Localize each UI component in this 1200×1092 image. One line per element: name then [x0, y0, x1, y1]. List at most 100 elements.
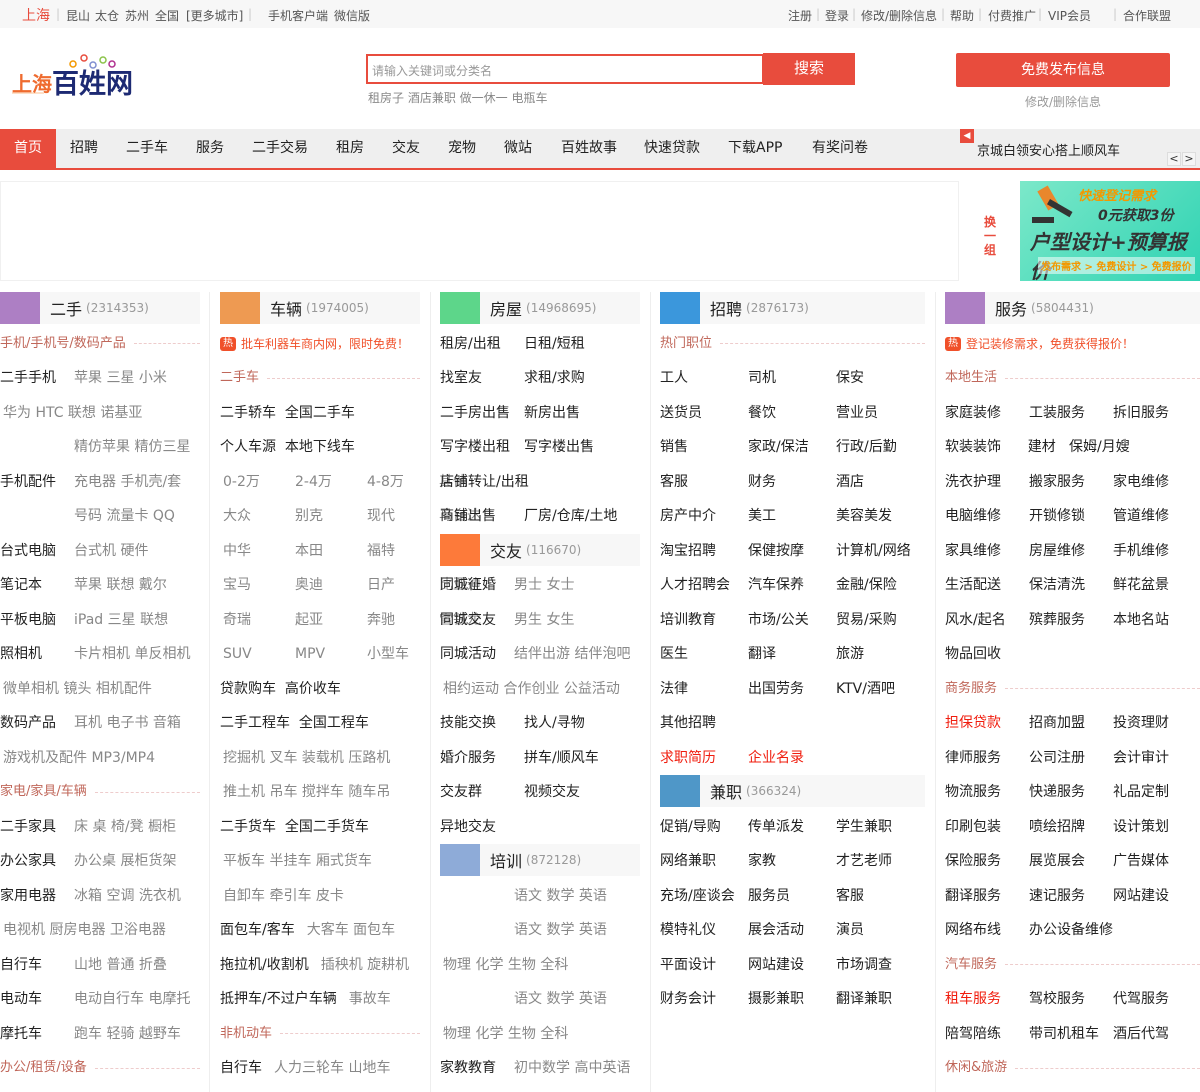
- category-link[interactable]: 拆旧服务: [1113, 396, 1169, 431]
- category-link[interactable]: 奇瑞: [223, 603, 251, 638]
- category-link[interactable]: 陪驾陪练: [945, 1017, 1001, 1052]
- category-link[interactable]: 自行车: [220, 1060, 262, 1076]
- category-link[interactable]: 找室友: [440, 361, 482, 396]
- category-link[interactable]: 快递服务: [1029, 775, 1085, 810]
- category-link[interactable]: 市场/公关: [748, 603, 809, 638]
- hot-promo[interactable]: 热登记装修需求，免费获得报价！: [945, 327, 1200, 362]
- list-row-links[interactable]: 平板车 半挂车 厢式货车: [220, 844, 420, 879]
- category-link[interactable]: 厂房/仓库/土地: [524, 499, 617, 534]
- category-link[interactable]: 财务会计: [660, 982, 716, 1017]
- category-link[interactable]: 翻译兼职: [836, 982, 892, 1017]
- category-link[interactable]: 拼车/顺风车: [524, 741, 599, 776]
- nav-item-8[interactable]: 微站: [504, 129, 532, 168]
- login-link[interactable]: 登录: [825, 7, 849, 24]
- category-link[interactable]: 洗衣护理: [945, 465, 1001, 500]
- category-link[interactable]: 培训教育: [660, 603, 716, 638]
- category-link[interactable]: 出国劳务: [748, 672, 804, 707]
- category-link[interactable]: 家庭装修: [945, 396, 1001, 431]
- category-link[interactable]: 笔记本: [0, 568, 42, 603]
- subcategory-title[interactable]: 热门职位: [660, 327, 712, 362]
- category-link[interactable]: 技能交换: [440, 706, 496, 741]
- subcategory-links[interactable]: 精仿苹果 精仿三星: [74, 430, 190, 465]
- subcategory-links[interactable]: 初中数学 高中英语: [514, 1051, 630, 1086]
- subcategory-links[interactable]: 跑车 轻骑 越野车: [74, 1017, 181, 1052]
- category-link[interactable]: 奔驰: [367, 603, 395, 638]
- category-name[interactable]: 培训: [490, 848, 522, 872]
- category-link[interactable]: 保健按摩: [748, 534, 804, 569]
- category-link[interactable]: 送货员: [660, 396, 702, 431]
- list-row-links[interactable]: 二手工程车 全国工程车: [220, 706, 420, 741]
- category-link[interactable]: 求租/求购: [524, 361, 585, 396]
- list-row-links[interactable]: 贷款购车 高价收车: [220, 672, 420, 707]
- edit-delete-link[interactable]: 修改/删除信息: [861, 7, 937, 24]
- category-link[interactable]: 本田: [295, 534, 323, 569]
- subcategory-title[interactable]: 商务服务: [945, 672, 997, 707]
- subcategory-links[interactable]: 插秧机 旋耕机: [321, 957, 409, 973]
- city-link-kunshan[interactable]: 昆山: [66, 7, 90, 24]
- category-link[interactable]: 日租/短租: [524, 327, 585, 362]
- category-link[interactable]: 家教: [748, 844, 776, 879]
- subcategory-title[interactable]: 休闲&旅游: [945, 1051, 1007, 1086]
- category-link[interactable]: 本地名站: [1113, 603, 1169, 638]
- current-city[interactable]: 上海: [22, 5, 50, 25]
- category-link[interactable]: 生活配送: [945, 568, 1001, 603]
- category-link[interactable]: 美容美发: [836, 499, 892, 534]
- category-link[interactable]: 淘宝招聘: [660, 534, 716, 569]
- city-link-taicang[interactable]: 太仓: [95, 7, 119, 24]
- category-link[interactable]: 工装服务: [1029, 396, 1085, 431]
- hot-promo-text[interactable]: 批车利器车商内网，限时免费！: [241, 327, 409, 362]
- category-link[interactable]: 公司注册: [1029, 741, 1085, 776]
- category-link[interactable]: 贸易/采购: [836, 603, 897, 638]
- list-row-links[interactable]: 挖掘机 叉车 装载机 压路机: [220, 741, 420, 776]
- category-link[interactable]: 鲜花盆景: [1113, 568, 1169, 603]
- category-link[interactable]: 律师服务: [945, 741, 1001, 776]
- category-link[interactable]: 物品回收: [945, 637, 1001, 672]
- category-link[interactable]: 学生兼职: [836, 810, 892, 845]
- category-link[interactable]: 手机配件: [0, 465, 56, 500]
- category-name[interactable]: 服务: [995, 296, 1027, 320]
- category-header[interactable]: 招聘 (2876173): [660, 292, 925, 324]
- nav-item-5[interactable]: 租房: [336, 129, 364, 168]
- category-header[interactable]: 服务 (5804431): [945, 292, 1200, 324]
- notice-prev-button[interactable]: <: [1167, 152, 1181, 166]
- category-link[interactable]: 市场调查: [836, 948, 892, 983]
- subcategory-links[interactable]: 结伴出游 结伴泡吧: [514, 637, 630, 672]
- category-link[interactable]: 摩托车: [0, 1017, 42, 1052]
- category-link[interactable]: 婚介服务: [440, 741, 496, 776]
- register-link[interactable]: 注册: [788, 7, 812, 24]
- category-link[interactable]: 充场/座谈会: [660, 879, 735, 914]
- category-link[interactable]: 同城征婚: [440, 568, 496, 603]
- subcategory-links[interactable]: 苹果 联想 戴尔: [74, 568, 167, 603]
- category-link[interactable]: 翻译服务: [945, 879, 1001, 914]
- subcategory-title[interactable]: 本地生活: [945, 361, 997, 396]
- category-link[interactable]: 网络兼职: [660, 844, 716, 879]
- category-link[interactable]: 喷绘招牌: [1029, 810, 1085, 845]
- category-link[interactable]: 数码产品: [0, 706, 56, 741]
- category-link[interactable]: 广告媒体: [1113, 844, 1169, 879]
- category-link[interactable]: 房屋维修: [1029, 534, 1085, 569]
- subcategory-links[interactable]: 办公桌 展柜货架: [74, 844, 176, 879]
- list-row-links[interactable]: 二手轿车 全国二手车: [220, 396, 420, 431]
- category-link[interactable]: 投资理财: [1113, 706, 1169, 741]
- category-link[interactable]: 网络布线: [945, 913, 1001, 948]
- category-link[interactable]: 二手房出售: [440, 396, 510, 431]
- subcategory-links[interactable]: 充电器 手机壳/套: [74, 465, 181, 500]
- subcategory-links[interactable]: 耳机 电子书 音箱: [74, 706, 181, 741]
- category-link[interactable]: 台式电脑: [0, 534, 56, 569]
- category-link[interactable]: 视频交友: [524, 775, 580, 810]
- category-link[interactable]: 中华: [223, 534, 251, 569]
- category-link[interactable]: 演员: [836, 913, 864, 948]
- category-link[interactable]: 法律: [660, 672, 688, 707]
- list-row-links[interactable]: 二手货车 全国二手货车: [220, 810, 420, 845]
- category-link[interactable]: 找人/寻物: [524, 706, 585, 741]
- list-row-links[interactable]: 软装装饰 建材 保姆/月嫂: [945, 430, 1200, 465]
- category-link[interactable]: 店铺转让/出租: [440, 465, 529, 500]
- category-link[interactable]: 汽车保养: [748, 568, 804, 603]
- category-link[interactable]: 网站建设: [748, 948, 804, 983]
- category-link[interactable]: 电脑维修: [945, 499, 1001, 534]
- nav-item-0[interactable]: 首页: [0, 129, 56, 168]
- wechat-link[interactable]: 微信版: [334, 7, 370, 24]
- category-link[interactable]: 客服: [660, 465, 688, 500]
- subcategory-title[interactable]: 家电/家具/车辆: [0, 775, 87, 810]
- category-link[interactable]: SUV: [223, 637, 252, 672]
